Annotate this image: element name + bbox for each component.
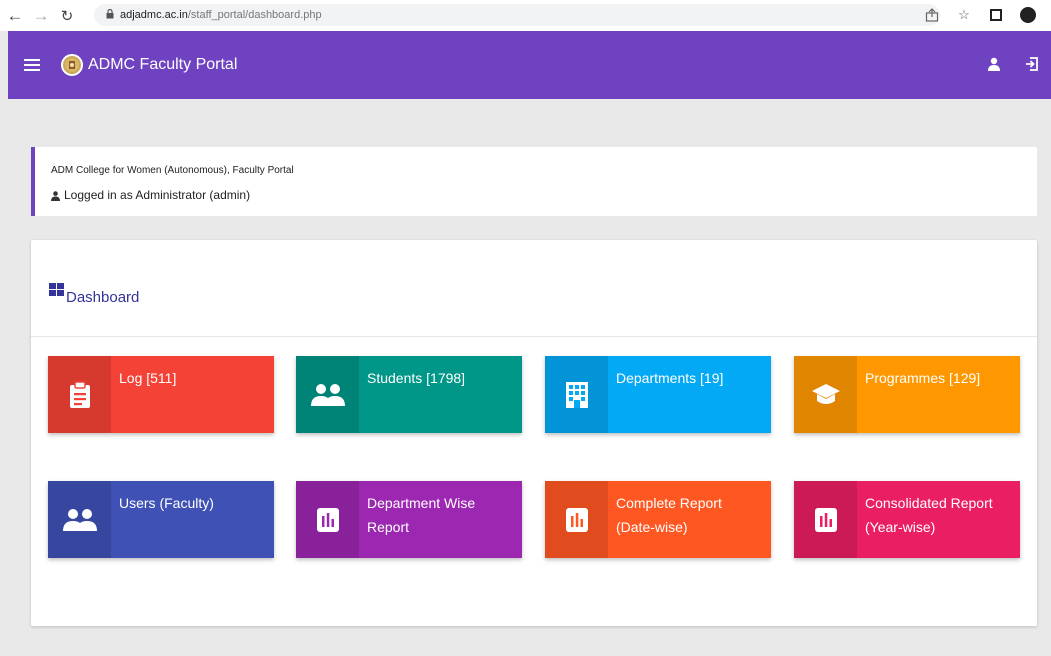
college-name: ADM College for Women (Autonomous), Facu…: [51, 165, 294, 176]
tile-label: Students [1798]: [367, 370, 466, 386]
dashboard-card: Dashboard Log [511] Students [1798] Depa…: [31, 240, 1037, 626]
tile-label: Users (Faculty): [119, 495, 214, 511]
bar-chart-icon: [545, 481, 608, 558]
tile-consolidated-report[interactable]: Consolidated Report (Year-wise): [794, 481, 1020, 558]
login-text: Logged in as Administrator (admin): [64, 188, 251, 202]
app-title[interactable]: ADMC Faculty Portal: [88, 56, 237, 74]
bar-chart-icon: [794, 481, 857, 558]
tile-students[interactable]: Students [1798]: [296, 356, 522, 433]
info-panel: ADM College for Women (Autonomous), Facu…: [31, 147, 1037, 216]
dashboard-title: Dashboard: [66, 289, 140, 306]
tile-label: Department Wise Report: [367, 495, 476, 535]
building-icon: [545, 356, 608, 433]
divider: [31, 336, 1037, 337]
url-path: /staff_portal/dashboard.php: [187, 9, 322, 21]
clipboard-icon: [48, 356, 111, 433]
address-bar[interactable]: adjadmc.ac.in/staff_portal/dashboard.php: [94, 4, 940, 26]
url-host: adjadmc.ac.in: [120, 9, 188, 21]
hamburger-menu-icon[interactable]: [24, 59, 40, 71]
forward-arrow-icon[interactable]: →: [30, 5, 52, 27]
graduation-cap-icon: [794, 356, 857, 433]
tile-departments[interactable]: Departments [19]: [545, 356, 771, 433]
tile-label: Programmes [129]: [865, 370, 981, 386]
tile-label: Complete Report (Date-wise): [616, 495, 722, 535]
lock-icon: [106, 8, 114, 22]
tile-complete-report[interactable]: Complete Report (Date-wise): [545, 481, 771, 558]
login-status: Logged in as Administrator (admin): [51, 188, 1037, 202]
extension-icon[interactable]: [987, 6, 1005, 24]
dashboard-heading: Dashboard: [49, 283, 139, 306]
tile-label: Departments [19]: [616, 370, 724, 386]
user-icon: [51, 190, 60, 201]
people-icon: [296, 356, 359, 433]
user-profile-icon[interactable]: [985, 55, 1003, 73]
bar-chart-icon: [296, 481, 359, 558]
reload-icon[interactable]: ↻: [56, 5, 78, 27]
tile-label: Log [511]: [119, 370, 177, 386]
people-icon: [48, 481, 111, 558]
profile-avatar-icon[interactable]: [1019, 6, 1037, 24]
dashboard-grid-icon: [49, 283, 64, 296]
tile-users-faculty[interactable]: Users (Faculty): [48, 481, 274, 558]
tile-label: Consolidated Report (Year-wise): [865, 495, 993, 535]
share-icon[interactable]: [923, 6, 941, 24]
star-icon[interactable]: ☆: [955, 6, 973, 24]
browser-toolbar: ← → ↻ adjadmc.ac.in/staff_portal/dashboa…: [0, 0, 1051, 31]
tile-programmes[interactable]: Programmes [129]: [794, 356, 1020, 433]
tile-department-wise-report[interactable]: Department Wise Report: [296, 481, 522, 558]
app-header: ADMC Faculty Portal: [8, 31, 1051, 99]
logout-icon[interactable]: [1023, 55, 1041, 73]
tile-log[interactable]: Log [511]: [48, 356, 274, 433]
back-arrow-icon[interactable]: ←: [4, 5, 26, 27]
college-logo: [61, 54, 83, 76]
